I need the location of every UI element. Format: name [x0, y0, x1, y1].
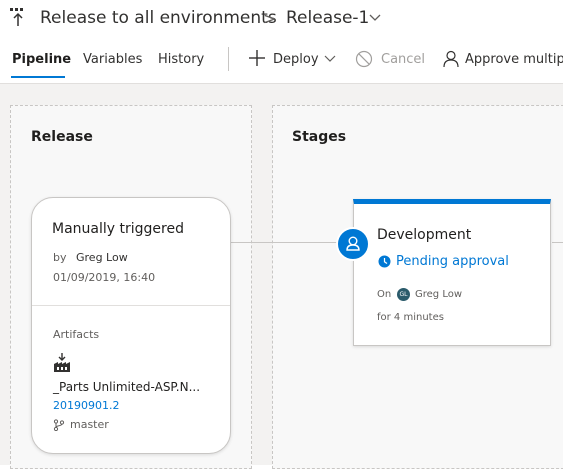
stage-avatar — [336, 227, 370, 261]
plus-icon[interactable] — [247, 48, 267, 68]
approver-avatar: GL — [397, 288, 410, 301]
stage-card-development[interactable] — [353, 199, 551, 346]
tab-history[interactable]: History — [158, 52, 204, 67]
artifact-name[interactable]: _Parts Unlimited-ASP.N... — [53, 380, 200, 394]
tab-pipeline[interactable]: Pipeline — [12, 52, 71, 67]
tab-variables[interactable]: Variables — [83, 52, 142, 67]
pending-duration: for 4 minutes — [377, 312, 444, 323]
chevron-down-icon[interactable] — [324, 52, 336, 64]
clock-icon — [378, 255, 391, 268]
deploy-button[interactable]: Deploy — [273, 52, 319, 67]
chevron-down-icon[interactable] — [368, 10, 382, 24]
artifact-build-icon — [54, 353, 70, 372]
release-lane-title: Release — [31, 129, 93, 145]
toolbar-divider — [228, 47, 229, 71]
breadcrumb-separator: > — [263, 9, 277, 28]
connector-line — [552, 242, 563, 243]
on-label: On — [377, 289, 392, 300]
trigger-title: Manually triggered — [52, 221, 184, 237]
artifacts-label: Artifacts — [53, 328, 100, 341]
by-label: by — [53, 251, 67, 264]
approve-multiple-button[interactable]: Approve multiple — [465, 52, 563, 67]
avatar-person-icon — [346, 236, 360, 251]
cancel-button: Cancel — [381, 52, 426, 67]
card-divider — [32, 305, 230, 306]
stages-lane-title: Stages — [292, 129, 347, 145]
artifact-version-link[interactable]: 20190901.2 — [53, 399, 119, 412]
person-icon[interactable] — [442, 50, 460, 68]
branch-icon — [53, 419, 65, 431]
branch-name: master — [70, 418, 109, 431]
release-name[interactable]: Release-1 — [286, 8, 369, 28]
stage-name[interactable]: Development — [377, 227, 471, 243]
active-tab-indicator — [11, 76, 65, 78]
connector-line — [230, 242, 338, 243]
pending-approval-link[interactable]: Pending approval — [396, 254, 509, 269]
approver-name: Greg Low — [415, 289, 463, 300]
pipeline-title[interactable]: Release to all environments — [40, 8, 277, 28]
triggered-by-user: Greg Low — [76, 251, 128, 264]
cancel-icon — [355, 50, 373, 68]
release-pipeline-icon — [10, 8, 23, 26]
trigger-date: 01/09/2019, 16:40 — [53, 271, 156, 284]
